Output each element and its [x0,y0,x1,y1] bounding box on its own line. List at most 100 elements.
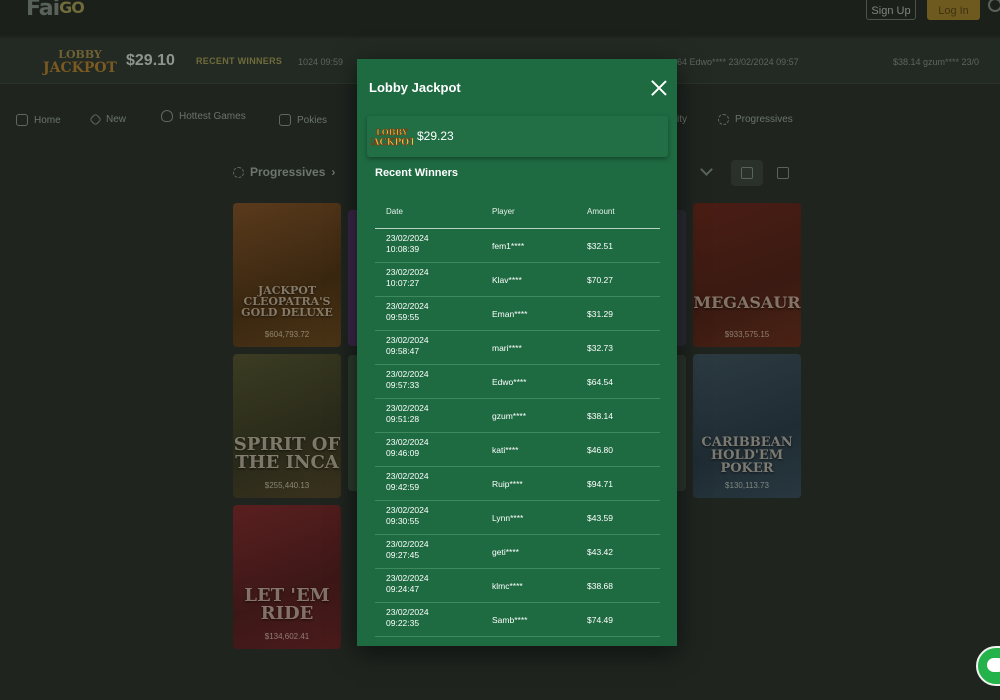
flame-icon [161,110,173,122]
winner-player: Eman**** [492,309,528,319]
winner-player: Klav**** [492,275,522,285]
chevron-down-icon[interactable] [700,163,713,176]
table-row: 23/02/2024 09:22:35 Samb**** $74.49 [375,603,660,637]
winner-date: 23/02/2024 09:51:28 [386,403,456,425]
winner-date: 23/02/2024 09:42:59 [386,471,456,493]
winner-player: klmc**** [492,581,523,591]
game-card[interactable]: CARIBBEAN HOLD'EM POKER $130,113.73 [693,354,801,498]
winner-date: 23/02/2024 09:22:35 [386,607,456,629]
jackpot-logo-line2: JACKPOT [371,138,413,148]
ticker-entry: $38.14 gzum**** 23/0 [893,57,980,67]
winner-player: Lynn**** [492,513,524,523]
top-bar [0,0,1000,36]
winner-date-time: 10:08:39 [386,244,420,254]
game-card-partial[interactable] [677,210,686,346]
table-row: 23/02/2024 09:46:09 kati**** $46.80 [375,433,660,467]
winner-date-day: 23/02/2024 [386,335,429,345]
jackpot-logo-line1: LOBBY [376,127,408,137]
game-card-partial[interactable] [677,355,686,491]
table-header: Date Player Amount [375,195,660,229]
winner-amount: $32.73 [587,343,613,353]
diamond-icon [89,113,102,126]
winner-date: 23/02/2024 09:30:55 [386,505,456,527]
winner-amount: $31.29 [587,309,613,319]
jackpot-amount: $29.23 [417,129,454,143]
sign-up-button[interactable]: Sign Up [866,0,916,20]
section-title[interactable]: Progressives › [233,165,335,179]
winner-date: 23/02/2024 09:27:45 [386,539,456,561]
grid-icon [741,167,753,179]
game-title: CARIBBEAN HOLD'EM POKER [701,435,793,476]
nav-new[interactable]: New [89,113,126,126]
winner-player: mari**** [492,343,522,353]
ticker-entry: 1024 09:59 [298,57,344,67]
winner-date-time: 10:07:27 [386,278,420,288]
winner-amount: $43.42 [587,547,613,557]
game-card[interactable]: MEGASAUR $933,575.15 [693,203,801,347]
table-row: 23/02/2024 10:07:27 Klav**** $70.27 [375,263,660,297]
winner-player: kati**** [492,445,519,455]
winner-amount: $74.49 [587,615,613,625]
winner-date: 23/02/2024 09:57:33 [386,369,456,391]
nav-partial[interactable]: ity [677,114,687,125]
winner-player: Samb**** [492,615,528,625]
winner-player: fem1**** [492,241,525,251]
site-logo[interactable]: FaiGO [26,0,85,21]
column-header-date: Date [386,207,403,216]
table-row: 23/02/2024 09:24:47 klmc**** $38.68 [375,569,660,603]
nav-pokies[interactable]: Pokies [279,114,327,126]
table-row: 23/02/2024 09:58:47 mari**** $32.73 [375,331,660,365]
winner-date-day: 23/02/2024 [386,539,429,549]
log-in-button[interactable]: Log In [927,0,980,20]
winner-amount: $70.27 [587,275,613,285]
game-card[interactable]: JACKPOT CLEOPATRA'S GOLD DELUXE $604,793… [233,203,341,347]
winner-date-day: 23/02/2024 [386,471,429,481]
nav-home[interactable]: Home [16,114,61,126]
nav-hottest-games[interactable]: Hottest Games [161,110,246,122]
nav-label: Pokies [297,114,328,126]
winners-table: Date Player Amount 23/02/2024 10:08:39 fem… [375,195,660,637]
nav-label: Hottest Games [179,110,246,122]
winner-player: geti**** [492,547,519,557]
list-icon [777,167,789,179]
winner-amount: $38.68 [587,581,613,591]
winner-date-day: 23/02/2024 [386,369,429,379]
live-chat-button[interactable] [976,646,1000,686]
winner-date-time: 09:57:33 [386,380,420,390]
winner-date-day: 23/02/2024 [386,505,429,515]
search-icon[interactable] [988,0,1000,12]
game-card[interactable]: SPIRIT OF THE INCA $255,440.13 [233,354,341,498]
nav-progressives[interactable]: Progressives [718,114,793,125]
table-row: 23/02/2024 09:30:55 Lynn**** $43.59 [375,501,660,535]
table-row: 23/02/2024 09:59:55 Eman**** $31.29 [375,297,660,331]
winner-amount: $43.59 [587,513,613,523]
ticker-logo-line2: JACKPOT [42,60,118,76]
recent-winners-title: Recent Winners [375,167,459,179]
table-row: 23/02/2024 09:57:33 Edwo**** $64.54 [375,365,660,399]
winner-amount: $46.80 [587,445,613,455]
list-view-button[interactable] [767,160,799,186]
ticker-entry: 64 Edwo**** 23/02/2024 09:57 [677,57,799,67]
game-title: JACKPOT CLEOPATRA'S GOLD DELUXE [241,284,333,319]
winner-amount: $32.51 [587,241,613,251]
winner-date-time: 09:59:55 [386,312,420,322]
game-card[interactable]: LET 'EM RIDE $134,602.41 [233,505,341,649]
winner-date-time: 09:24:47 [386,584,420,594]
winner-date-time: 09:51:28 [386,414,420,424]
chat-icon [987,658,1000,672]
lobby-jackpot-logo: LOBBY JACKPOT [42,48,118,76]
winner-date-time: 09:22:35 [386,618,420,628]
table-row: 23/02/2024 10:08:39 fem1**** $32.51 [375,229,660,263]
game-jackpot: $255,440.13 [264,481,310,490]
winner-date: 23/02/2024 09:24:47 [386,573,456,595]
section-title-label: Progressives [250,165,326,179]
winner-date: 23/02/2024 10:07:27 [386,267,456,289]
grid-view-button[interactable] [731,160,763,186]
game-jackpot: $933,575.15 [724,330,770,339]
column-header-player: Player [492,207,515,216]
close-icon[interactable] [650,79,668,97]
winner-date-day: 23/02/2024 [386,403,429,413]
winner-date: 23/02/2024 09:46:09 [386,437,456,459]
game-title: SPIRIT OF THE INCA [233,434,341,473]
ticker-recent-label: RECENT WINNERS [196,56,283,66]
